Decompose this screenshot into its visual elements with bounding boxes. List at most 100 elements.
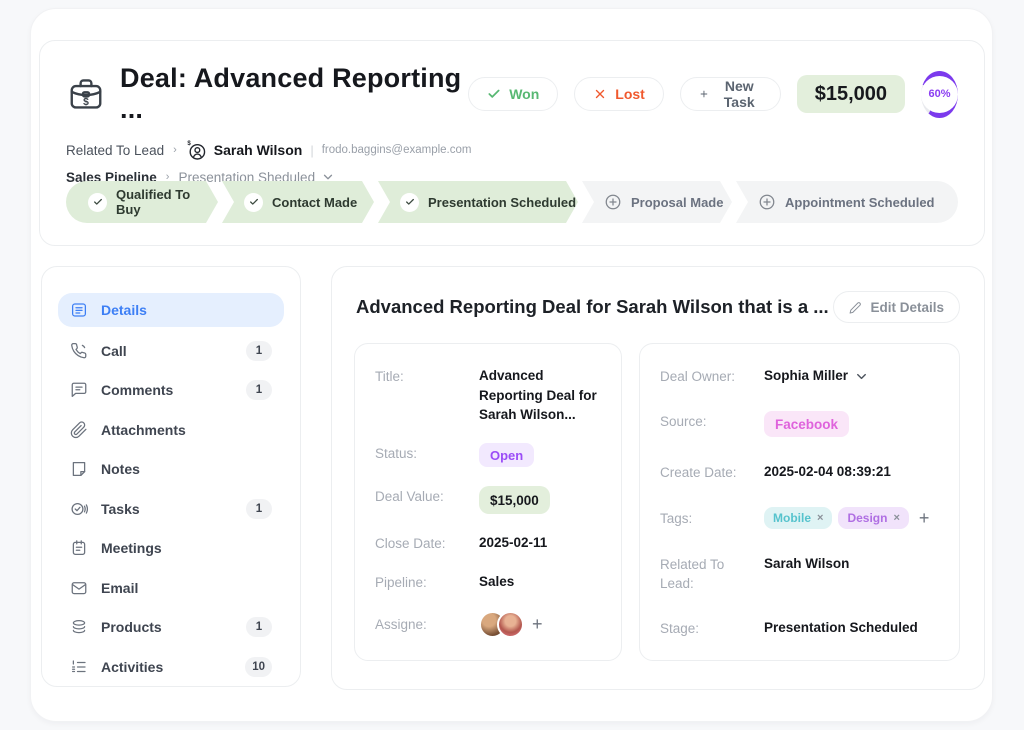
lost-button[interactable]: Lost [574,77,664,111]
sidebar-item-details[interactable]: Details [58,293,284,327]
related-lead-row: Related To Lead: Sarah Wilson [660,554,939,592]
remove-tag-icon[interactable]: × [817,512,823,524]
deal-detail-title: Advanced Reporting Deal for Sarah Wilson… [356,296,829,318]
stage-row: Stage: Presentation Scheduled [660,618,939,638]
stage-label: Presentation Scheduled [428,195,576,210]
sidebar-item-label: Notes [101,461,140,477]
close-date-value: 2025-02-11 [479,533,547,553]
assignee-avatar-2[interactable] [497,611,524,638]
progress-ring: 60% [921,71,958,118]
stage-label: Proposal Made [631,195,723,210]
sidebar-item-activities[interactable]: Activities 10 [58,651,284,683]
stage-presentation-scheduled[interactable]: Presentation Scheduled [378,181,578,223]
sidebar-item-label: Details [101,302,147,318]
lead-avatar-icon [186,140,207,161]
sidebar-item-meetings[interactable]: Meetings [58,532,284,564]
stage-qualified-to-buy[interactable]: Qualified To Buy [66,181,218,223]
assignee-label: Assigne: [375,614,479,634]
pipeline-row: Pipeline: Sales [375,572,601,592]
paperclip-icon [70,421,88,439]
stage-check-icon [88,193,107,212]
deal-value-label: Deal Value: [375,486,479,506]
task-check-icon [70,500,88,518]
deal-amount-badge: $15,000 [797,75,905,113]
sidebar-item-label: Activities [101,659,163,675]
comment-icon [70,381,88,399]
count-badge: 1 [246,499,272,519]
note-icon [70,460,88,478]
sidebar-item-products[interactable]: Products 1 [58,611,284,643]
pipeline-value: Sales [479,572,514,592]
stage-label: Contact Made [272,195,357,210]
sidebar-item-tasks[interactable]: Tasks 1 [58,493,284,525]
pipeline-label: Pipeline: [375,572,479,592]
deal-title: Deal: Advanced Reporting ... [120,63,468,125]
progress-percent: 60% [921,76,958,113]
stage-check-icon [400,193,419,212]
sidebar-item-label: Email [101,580,138,596]
sidebar-item-label: Attachments [101,422,186,438]
related-lead-label: Related To Lead: [660,554,764,592]
sidebar-item-attachments[interactable]: Attachments [58,414,284,446]
divider: | [310,143,313,158]
tag-mobile[interactable]: Mobile × [764,507,832,529]
sidebar-item-label: Products [101,619,162,635]
related-to-lead-label: Related To Lead [66,143,164,158]
deal-info-card-left: Title: Advanced Reporting Deal for Sarah… [354,343,622,661]
edit-details-button[interactable]: Edit Details [833,291,960,323]
plus-circle-icon [604,193,622,211]
sidebar-item-label: Meetings [101,540,162,556]
sidebar-item-label: Comments [101,382,173,398]
source-badge: Facebook [764,411,849,437]
stage-contact-made[interactable]: Contact Made [222,181,374,223]
stage-check-icon [244,193,263,212]
won-button[interactable]: Won [468,77,558,111]
deal-owner-row: Deal Owner: Sophia Miller [660,366,939,386]
deal-value-badge: $15,000 [479,486,550,514]
count-badge: 10 [245,657,272,677]
create-date-label: Create Date: [660,462,764,482]
sidebar-item-comments[interactable]: Comments 1 [58,374,284,406]
chevron-down-icon[interactable] [854,369,869,384]
details-panel: Advanced Reporting Deal for Sarah Wilson… [331,266,985,690]
sidebar-item-label: Call [101,343,127,359]
sidebar-item-notes[interactable]: Notes [58,453,284,485]
sidebar-item-label: Tasks [101,501,140,517]
title-row: Title: Advanced Reporting Deal for Sarah… [375,366,601,425]
tags-row: Tags: Mobile × Design × + [660,507,939,529]
tag-design[interactable]: Design × [838,507,908,529]
calendar-icon [70,539,88,557]
deal-header-card: Deal: Advanced Reporting ... Won Lost Ne… [39,40,985,246]
count-badge: 1 [246,380,272,400]
pipeline-stage-bar: Qualified To Buy Contact Made Presentati… [66,181,958,223]
remove-tag-icon[interactable]: × [893,512,899,524]
source-label: Source: [660,411,764,431]
lost-label: Lost [615,86,645,102]
plus-circle-icon [758,193,776,211]
stage-appointment-scheduled[interactable]: Appointment Scheduled [736,181,958,223]
x-icon [593,87,607,101]
create-date-row: Create Date: 2025-02-04 08:39:21 [660,462,939,482]
stage-label: Stage: [660,618,764,638]
count-badge: 1 [246,617,272,637]
sidebar: Details Call 1 Comments 1 Attachments No… [41,266,301,687]
add-assignee-button[interactable]: + [532,615,543,633]
source-row: Source: Facebook [660,411,939,437]
pencil-icon [849,301,862,314]
count-badge: 1 [246,341,272,361]
add-tag-button[interactable]: + [919,509,930,527]
sidebar-item-email[interactable]: Email [58,572,284,604]
stage-label: Qualified To Buy [116,187,218,217]
stage-proposal-made[interactable]: Proposal Made [582,181,732,223]
status-label: Status: [375,443,479,463]
lead-name-link[interactable]: Sarah Wilson [214,142,303,158]
new-task-button[interactable]: New Task [680,77,781,111]
details-icon [70,301,88,319]
sidebar-item-call[interactable]: Call 1 [58,335,284,367]
check-icon [487,87,501,101]
title-label: Title: [375,366,479,386]
tag-label: Mobile [773,511,811,525]
tags-label: Tags: [660,508,764,528]
briefcase-deal-icon [66,75,106,113]
deal-owner-value[interactable]: Sophia Miller [764,366,848,386]
